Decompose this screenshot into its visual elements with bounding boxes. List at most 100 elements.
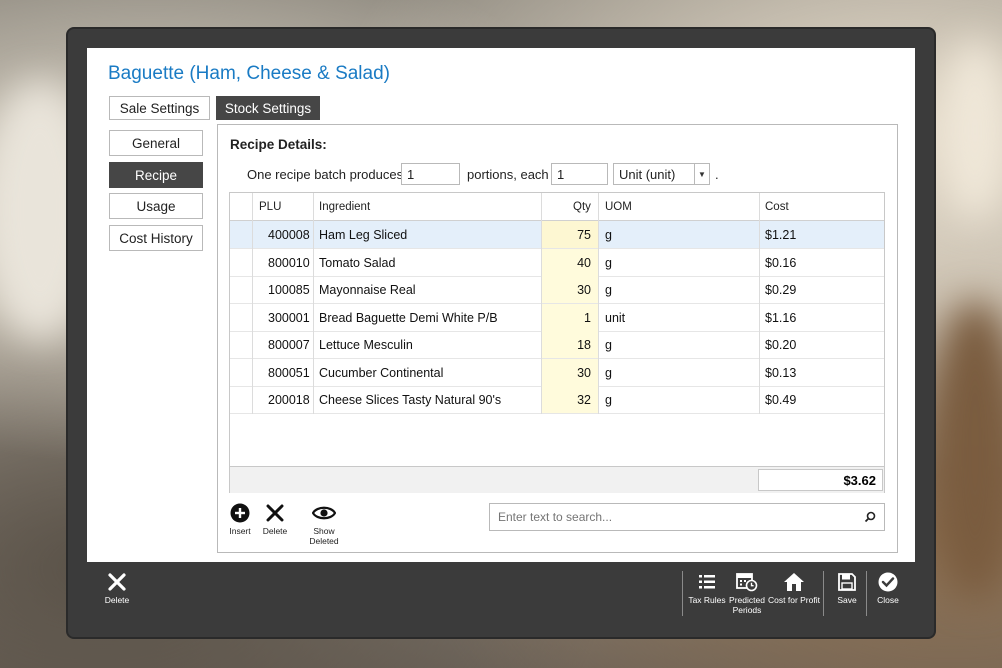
row-qty[interactable]: 30 — [577, 283, 591, 297]
home-icon — [784, 573, 804, 591]
delete-label: Delete — [262, 526, 288, 536]
tax-rules-button[interactable]: Tax Rules — [687, 572, 727, 605]
total-cost: $3.62 — [758, 469, 883, 491]
show-deleted-label: Show Deleted — [309, 526, 339, 546]
unit-select-value: Unit (unit) — [619, 167, 676, 182]
row-uom: g — [605, 366, 612, 380]
table-row[interactable]: 200018 Cheese Slices Tasty Natural 90's … — [230, 386, 884, 414]
row-plu: 400008 — [268, 228, 310, 242]
floppy-disk-icon — [838, 573, 856, 591]
column-header-qty[interactable]: Qty — [573, 201, 591, 213]
column-header-ingredient[interactable]: Ingredient — [319, 201, 370, 213]
side-nav-general[interactable]: General — [109, 130, 203, 156]
row-plu: 800010 — [268, 256, 310, 270]
row-plu: 800051 — [268, 366, 310, 380]
row-plu: 300001 — [268, 311, 310, 325]
grid-header: PLU Ingredient Qty UOM Cost — [230, 193, 884, 221]
background-blur — [940, 40, 1002, 220]
row-cost: $0.13 — [765, 366, 797, 380]
search-input[interactable] — [496, 509, 840, 525]
portions-label: portions, each — [467, 167, 549, 182]
predicted-periods-button[interactable]: Predicted Periods — [729, 572, 765, 615]
batch-quantity-input[interactable]: 1 — [401, 163, 460, 185]
column-divider — [252, 193, 253, 414]
chevron-down-icon[interactable]: ▼ — [694, 164, 709, 184]
search-field[interactable] — [489, 503, 885, 531]
side-nav-recipe[interactable]: Recipe — [109, 162, 203, 188]
predicted-periods-label-1: Predicted — [729, 595, 765, 605]
tab-sale-settings[interactable]: Sale Settings — [109, 96, 210, 120]
predicted-periods-label-2: Periods — [732, 605, 762, 615]
close-label: Close — [877, 595, 899, 605]
column-divider — [313, 193, 314, 414]
delete-item-button[interactable]: Delete — [102, 572, 132, 605]
row-qty[interactable]: 30 — [577, 366, 591, 380]
row-cost: $0.49 — [765, 393, 797, 407]
column-divider — [598, 193, 599, 414]
insert-button[interactable]: Insert — [228, 503, 252, 536]
save-label: Save — [837, 595, 857, 605]
row-plu: 100085 — [268, 283, 310, 297]
row-cost: $0.20 — [765, 338, 797, 352]
row-qty[interactable]: 1 — [584, 311, 591, 325]
row-uom: g — [605, 338, 612, 352]
table-row[interactable]: 800051 Cucumber Continental 30 g $0.13 — [230, 359, 884, 387]
show-deleted-button[interactable]: Show Deleted — [298, 503, 350, 546]
tab-stock-settings[interactable]: Stock Settings — [216, 96, 320, 120]
insert-label: Insert — [229, 526, 251, 536]
row-qty[interactable]: 40 — [577, 256, 591, 270]
search-icon[interactable] — [864, 511, 876, 523]
row-uom: g — [605, 228, 612, 242]
ingredients-grid: PLU Ingredient Qty UOM Cost 400008 Ham L… — [229, 192, 885, 493]
row-plu: 200018 — [268, 393, 310, 407]
row-cost: $1.21 — [765, 228, 797, 242]
toolbar-divider — [682, 571, 683, 616]
unit-select[interactable]: Unit (unit) ▼ — [613, 163, 710, 185]
row-ingredient: Ham Leg Sliced — [319, 228, 408, 242]
table-row[interactable]: 400008 Ham Leg Sliced 75 g $1.21 — [230, 221, 884, 249]
trailing-period: . — [715, 167, 719, 182]
column-header-plu[interactable]: PLU — [259, 201, 281, 213]
cost-for-profit-label: Cost for Profit — [768, 595, 820, 605]
grid-footer: $3.62 — [230, 466, 884, 493]
row-plu: 800007 — [268, 338, 310, 352]
row-ingredient: Mayonnaise Real — [319, 283, 416, 297]
row-ingredient: Lettuce Mesculin — [319, 338, 413, 352]
row-cost: $0.16 — [765, 256, 797, 270]
close-button[interactable]: Close — [875, 572, 901, 605]
row-cost: $0.29 — [765, 283, 797, 297]
portion-size-input[interactable]: 1 — [551, 163, 608, 185]
row-qty[interactable]: 32 — [577, 393, 591, 407]
table-row[interactable]: 800007 Lettuce Mesculin 18 g $0.20 — [230, 331, 884, 359]
background-blur — [930, 300, 1002, 600]
row-uom: g — [605, 393, 612, 407]
tax-rules-label: Tax Rules — [688, 595, 726, 605]
recipe-heading: Recipe Details: — [230, 137, 327, 152]
toolbar-divider — [823, 571, 824, 616]
table-row[interactable]: 800010 Tomato Salad 40 g $0.16 — [230, 249, 884, 277]
row-uom: g — [605, 283, 612, 297]
list-icon — [699, 575, 715, 589]
toolbar-divider — [866, 571, 867, 616]
row-ingredient: Tomato Salad — [319, 256, 396, 270]
eye-icon — [312, 506, 336, 520]
delete-item-label: Delete — [104, 595, 130, 605]
side-nav-usage[interactable]: Usage — [109, 193, 203, 219]
column-header-uom[interactable]: UOM — [605, 201, 632, 213]
row-uom: g — [605, 256, 612, 270]
column-header-cost[interactable]: Cost — [765, 201, 789, 213]
save-button[interactable]: Save — [834, 572, 860, 605]
row-ingredient: Cucumber Continental — [319, 366, 444, 380]
table-row[interactable]: 300001 Bread Baguette Demi White P/B 1 u… — [230, 304, 884, 332]
plus-circle-icon — [230, 503, 250, 523]
row-qty[interactable]: 75 — [577, 228, 591, 242]
row-cost: $1.16 — [765, 311, 797, 325]
cost-for-profit-button[interactable]: Cost for Profit — [768, 572, 820, 605]
delete-row-button[interactable]: Delete — [262, 503, 288, 536]
row-qty[interactable]: 18 — [577, 338, 591, 352]
close-icon — [108, 573, 126, 591]
table-row[interactable]: 100085 Mayonnaise Real 30 g $0.29 — [230, 276, 884, 304]
row-ingredient: Cheese Slices Tasty Natural 90's — [319, 393, 502, 407]
side-nav-cost-history[interactable]: Cost History — [109, 225, 203, 251]
check-circle-icon — [878, 572, 898, 592]
